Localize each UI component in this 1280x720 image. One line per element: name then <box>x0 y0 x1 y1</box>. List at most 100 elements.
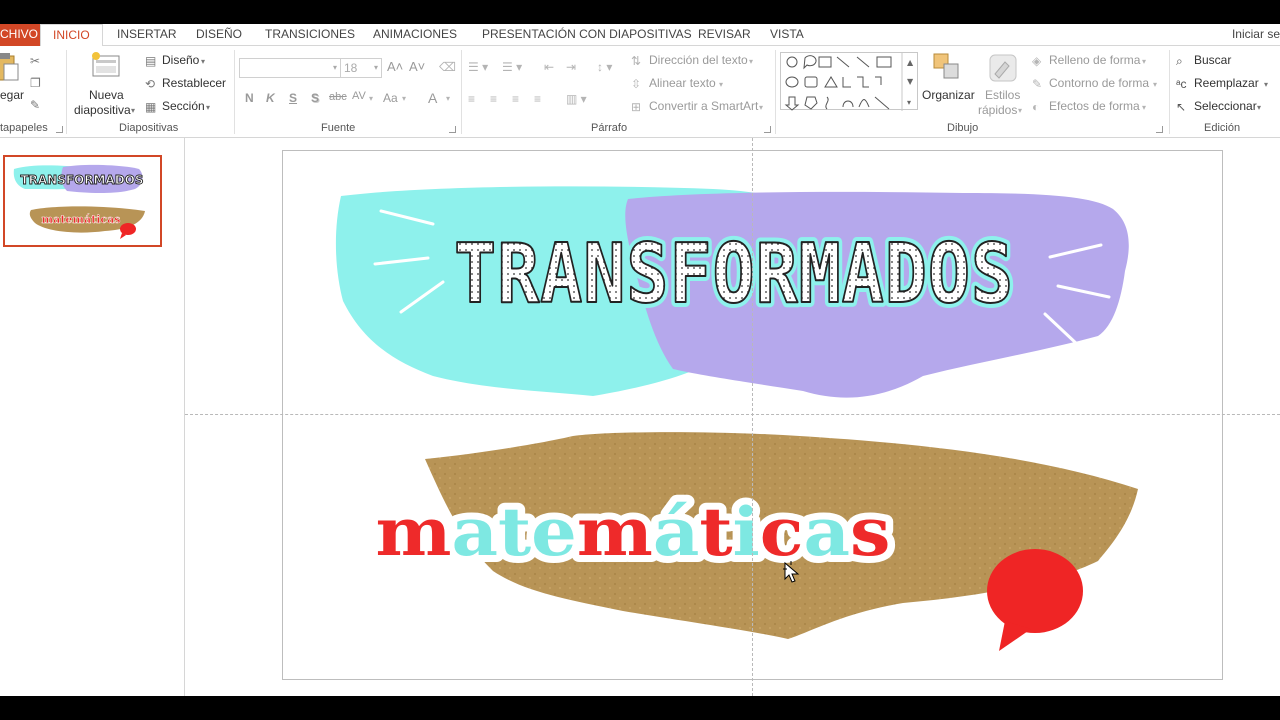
tab-review[interactable]: REVISAR <box>698 24 751 46</box>
chevron-down-icon[interactable]: ▾ <box>369 92 373 106</box>
tab-design[interactable]: DISEÑO <box>196 24 242 46</box>
tab-file[interactable]: CHIVO <box>0 24 43 46</box>
justify-icon[interactable]: ≡ <box>534 92 541 106</box>
line-spacing-icon[interactable]: ↕ ▾ <box>597 60 612 74</box>
quick-styles-icon[interactable] <box>987 52 1019 84</box>
chevron-down-icon[interactable]: ▾ <box>1142 101 1146 115</box>
bullets-icon[interactable]: ☰ ▾ <box>468 60 488 74</box>
char-spacing-button[interactable]: AV <box>352 90 366 102</box>
shadow-button[interactable]: S <box>311 91 319 105</box>
slide-subtitle[interactable]: matemáticas <box>376 493 891 571</box>
tab-insert[interactable]: INSERTAR <box>117 24 177 46</box>
arrange-button[interactable]: Organizar <box>922 88 975 102</box>
columns-icon[interactable]: ▥ ▾ <box>566 92 587 106</box>
quick-styles-label-2[interactable]: rápidos <box>978 103 1017 117</box>
chevron-down-icon[interactable]: ▾ <box>206 101 210 115</box>
layout-icon[interactable]: ▤ <box>145 54 156 68</box>
align-center-icon[interactable]: ≡ <box>490 92 497 106</box>
tab-animations[interactable]: ANIMACIONES <box>373 24 457 46</box>
chevron-down-icon[interactable]: ▾ <box>402 92 406 106</box>
arrange-icon[interactable] <box>932 52 962 82</box>
subtitle-letter: a <box>451 493 498 571</box>
underline-button[interactable]: S <box>289 91 297 105</box>
shrink-font-icon[interactable]: A˅ <box>409 59 425 74</box>
align-text-button[interactable]: Alinear texto <box>649 76 716 90</box>
sign-in-link[interactable]: Iniciar se <box>1232 24 1280 44</box>
shape-fill-button[interactable]: Relleno de forma <box>1049 53 1140 67</box>
horizontal-guide[interactable] <box>185 414 1280 415</box>
format-painter-icon[interactable]: ✎ <box>30 98 40 112</box>
shape-outline-button[interactable]: Contorno de forma <box>1049 76 1149 90</box>
chevron-down-icon[interactable]: ▾ <box>131 104 135 118</box>
convert-smartart-button[interactable]: Convertir a SmartArt <box>649 99 758 113</box>
chevron-down-icon[interactable]: ▾ <box>446 92 450 106</box>
pen-icon[interactable]: ✎ <box>1032 77 1042 91</box>
align-text-icon[interactable]: ⇳ <box>631 77 641 91</box>
chevron-down-icon[interactable]: ▾ <box>749 55 753 69</box>
bold-button[interactable]: N <box>245 91 254 105</box>
tab-view[interactable]: VISTA <box>770 24 804 46</box>
replace-button[interactable]: Reemplazar <box>1194 76 1259 90</box>
speech-bubble-shape[interactable] <box>987 549 1083 651</box>
font-color-button[interactable]: A <box>428 90 437 106</box>
select-button[interactable]: Seleccionar <box>1194 99 1257 113</box>
replace-icon[interactable]: ᵃc <box>1176 77 1186 91</box>
increase-indent-icon[interactable]: ⇥ <box>566 60 576 74</box>
section-icon[interactable]: ▦ <box>145 100 156 114</box>
chevron-down-icon[interactable]: ▾ <box>333 59 337 77</box>
shapes-gallery[interactable]: ▲ ▼ ▾ <box>780 52 918 111</box>
decrease-indent-icon[interactable]: ⇤ <box>544 60 554 74</box>
vertical-guide[interactable] <box>752 138 753 696</box>
chevron-down-icon[interactable]: ▾ <box>1153 78 1157 92</box>
paste-button-label[interactable]: egar <box>0 88 24 102</box>
paste-icon[interactable] <box>0 52 20 82</box>
clear-format-icon[interactable]: ⌫ <box>439 60 456 74</box>
font-name-combo[interactable]: ▾ <box>239 58 341 78</box>
binoculars-icon[interactable]: ⌕ <box>1176 54 1183 68</box>
new-slide-label-1[interactable]: Nueva <box>89 88 124 102</box>
chevron-down-icon[interactable]: ▾ <box>1264 78 1268 92</box>
tab-home[interactable]: INICIO <box>40 24 103 47</box>
shape-effects-button[interactable]: Efectos de forma <box>1049 99 1140 113</box>
chevron-down-icon[interactable]: ▾ <box>201 55 205 69</box>
fill-bucket-icon[interactable]: ◈ <box>1032 54 1041 68</box>
align-right-icon[interactable]: ≡ <box>512 92 519 106</box>
copy-icon[interactable]: ❐ <box>30 76 41 90</box>
change-case-button[interactable]: Aa <box>383 91 398 105</box>
font-dialog-launcher[interactable] <box>449 126 456 133</box>
grow-font-icon[interactable]: A˄ <box>387 59 403 74</box>
section-button[interactable]: Sección <box>162 99 205 113</box>
paragraph-dialog-launcher[interactable] <box>764 126 771 133</box>
slide-thumbnail-pane[interactable]: TRANSFORMADOS matemáticas <box>0 138 185 696</box>
new-slide-label-2[interactable]: diapositiva <box>74 103 131 117</box>
effects-icon[interactable]: ◐ <box>1032 100 1039 114</box>
chevron-down-icon[interactable]: ▾ <box>759 101 763 115</box>
tab-slideshow[interactable]: PRESENTACIÓN CON DIAPOSITIVAS <box>482 24 692 46</box>
numbering-icon[interactable]: ☰ ▾ <box>502 60 522 74</box>
select-cursor-icon[interactable]: ↖ <box>1176 100 1186 114</box>
chevron-down-icon[interactable]: ▾ <box>1018 104 1022 118</box>
text-direction-button[interactable]: Dirección del texto <box>649 53 748 67</box>
reset-button[interactable]: Restablecer <box>162 76 226 90</box>
chevron-down-icon[interactable]: ▾ <box>1257 101 1261 115</box>
font-size-combo[interactable]: 18 ▾ <box>340 58 382 78</box>
layout-button[interactable]: Diseño <box>162 53 199 67</box>
strikethrough-button[interactable]: abc <box>329 91 347 103</box>
clipboard-dialog-launcher[interactable] <box>56 126 63 133</box>
find-button[interactable]: Buscar <box>1194 53 1231 67</box>
smartart-icon[interactable]: ⊞ <box>631 100 641 114</box>
subtitle-letter: t <box>699 493 733 571</box>
align-left-icon[interactable]: ≡ <box>468 92 475 106</box>
slide-thumbnail-1[interactable]: TRANSFORMADOS matemáticas <box>3 155 162 247</box>
new-slide-icon[interactable] <box>90 52 122 78</box>
quick-styles-label-1[interactable]: Estilos <box>985 88 1020 102</box>
italic-button[interactable]: K <box>266 91 275 105</box>
tab-transitions[interactable]: TRANSICIONES <box>265 24 355 46</box>
cut-icon[interactable]: ✂ <box>30 54 40 68</box>
reset-icon[interactable]: ⟲ <box>145 77 155 91</box>
drawing-dialog-launcher[interactable] <box>1156 126 1163 133</box>
chevron-down-icon[interactable]: ▾ <box>1142 55 1146 69</box>
chevron-down-icon[interactable]: ▾ <box>374 59 378 77</box>
text-direction-icon[interactable]: ⇅ <box>631 54 641 68</box>
chevron-down-icon[interactable]: ▾ <box>719 78 723 92</box>
